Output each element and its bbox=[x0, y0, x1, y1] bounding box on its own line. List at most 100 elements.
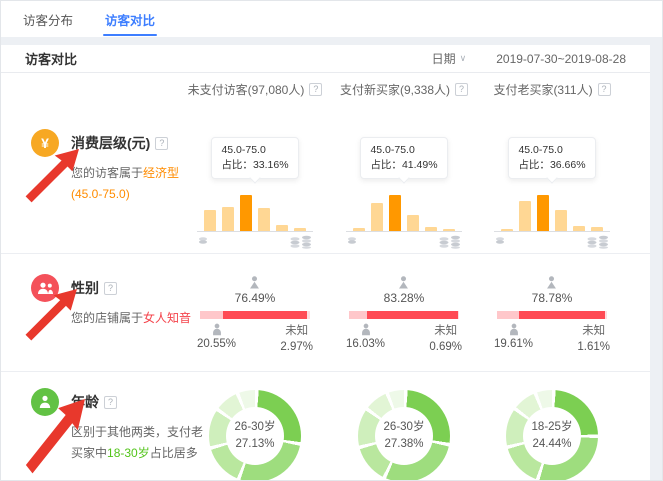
bar-chart[interactable] bbox=[204, 194, 306, 231]
age-bucket-percent: 27.38% bbox=[384, 436, 423, 453]
female-segment bbox=[367, 311, 459, 319]
gender-chart-unpaid[interactable]: 76.49% 20.55% 未知 2.97% bbox=[181, 254, 329, 355]
row-gender: 性别 ? 您的店铺属于女人知音 76.49% 20.55% bbox=[1, 253, 650, 371]
donut-chart[interactable]: 26-30岁 27.38% bbox=[358, 390, 450, 481]
female-percent: 78.78% bbox=[532, 291, 573, 305]
coins-high-icon bbox=[586, 235, 610, 249]
consumption-description: 您的访客属于经济型(45.0-75.0) bbox=[71, 163, 183, 205]
help-icon[interactable]: ? bbox=[455, 83, 468, 96]
tab-visitor-distribution[interactable]: 访客分布 bbox=[21, 0, 75, 39]
male-percent: 16.03% bbox=[346, 336, 385, 352]
age-desc-highlight: 18-30岁 bbox=[107, 446, 150, 460]
consumption-title: 消费层级(元) bbox=[71, 133, 150, 153]
tooltip-range: 45.0-75.0 bbox=[221, 143, 288, 158]
bar-highlighted bbox=[240, 195, 252, 231]
female-share: 76.49% bbox=[235, 276, 276, 305]
male-icon bbox=[210, 323, 224, 336]
consumption-chart-unpaid[interactable]: 45.0-75.0 占比：33.16% bbox=[181, 105, 329, 249]
male-segment bbox=[200, 311, 223, 319]
help-icon[interactable]: ? bbox=[155, 137, 168, 150]
gender-bottom-labels: 19.61% 未知 1.61% bbox=[494, 323, 610, 355]
unknown-label: 未知 bbox=[582, 323, 605, 339]
tooltip-label: 占比： bbox=[370, 159, 402, 171]
male-segment bbox=[349, 311, 367, 319]
female-share: 83.28% bbox=[384, 276, 425, 305]
male-icon bbox=[359, 323, 373, 336]
unknown-share: 未知 1.61% bbox=[577, 323, 610, 355]
chart-axis bbox=[346, 231, 462, 232]
chart-axis-icons bbox=[494, 235, 610, 249]
bar bbox=[222, 207, 234, 231]
column-headers: 未支付访客(97,080人) ? 支付新买家(9,338人) ? 支付老买家(3… bbox=[1, 73, 650, 105]
unknown-label: 未知 bbox=[434, 323, 457, 339]
coin-low-icon bbox=[346, 235, 358, 247]
bar bbox=[371, 203, 383, 231]
row-age: 年龄 ? 区别于其他两类，支付老买家中18-30岁占比居多 26-30岁 27.… bbox=[1, 371, 650, 481]
female-icon bbox=[247, 276, 262, 289]
age-donut-unpaid[interactable]: 26-30岁 27.13% bbox=[181, 372, 329, 481]
bar-highlighted bbox=[389, 195, 401, 231]
gender-bottom-labels: 20.55% 未知 2.97% bbox=[197, 323, 313, 355]
male-icon bbox=[507, 323, 521, 336]
bar-chart[interactable] bbox=[501, 194, 603, 231]
top-tab-bar: 访客分布 访客对比 bbox=[1, 1, 662, 37]
unknown-segment bbox=[307, 311, 310, 319]
age-bucket-percent: 24.44% bbox=[532, 436, 571, 453]
tooltip-value: 36.66% bbox=[550, 159, 586, 171]
gender-ratio-bar[interactable] bbox=[200, 311, 310, 319]
coin-low-icon bbox=[197, 235, 209, 247]
gender-ratio-bar[interactable] bbox=[349, 311, 459, 319]
visitor-comparison-panel: 访客对比 日期 ∨ 2019-07-30~2019-08-28 未支付访客(97… bbox=[1, 45, 650, 481]
gender-chart-returning-buyers[interactable]: 78.78% 19.61% 未知 1.61% bbox=[478, 254, 626, 355]
female-percent: 83.28% bbox=[384, 291, 425, 305]
tooltip-label: 占比： bbox=[518, 159, 550, 171]
male-percent: 20.55% bbox=[197, 336, 236, 352]
gender-ratio-bar[interactable] bbox=[497, 311, 607, 319]
annotation-arrow bbox=[23, 399, 85, 477]
row-consumption-level: ¥ 消费层级(元) ? 您的访客属于经济型(45.0-75.0) 45.0-75… bbox=[1, 105, 650, 253]
coins-high-icon bbox=[289, 235, 313, 249]
help-icon[interactable]: ? bbox=[104, 396, 117, 409]
female-percent: 76.49% bbox=[235, 291, 276, 305]
female-icon bbox=[396, 276, 411, 289]
bar bbox=[407, 215, 419, 231]
consumption-chart-returning-buyers[interactable]: 45.0-75.0 占比：36.66% bbox=[478, 105, 626, 249]
bar bbox=[519, 201, 531, 231]
age-donut-new-buyers[interactable]: 26-30岁 27.38% bbox=[330, 372, 478, 481]
tooltip-range: 45.0-75.0 bbox=[370, 143, 437, 158]
donut-chart[interactable]: 18-25岁 24.44% bbox=[506, 390, 598, 481]
help-icon[interactable]: ? bbox=[598, 83, 611, 96]
tab-visitor-comparison[interactable]: 访客对比 bbox=[103, 0, 157, 39]
gender-chart-new-buyers[interactable]: 83.28% 16.03% 未知 0.69% bbox=[330, 254, 478, 355]
age-bucket-label: 26-30岁 bbox=[235, 419, 276, 436]
donut-center-label: 18-25岁 24.44% bbox=[523, 407, 581, 465]
panel-title: 访客对比 bbox=[25, 49, 77, 68]
unknown-percent: 0.69% bbox=[429, 339, 462, 355]
bar-chart[interactable] bbox=[353, 194, 455, 231]
donut-chart[interactable]: 26-30岁 27.13% bbox=[209, 390, 301, 481]
unknown-share: 未知 2.97% bbox=[280, 323, 313, 355]
coins-high-icon bbox=[438, 235, 462, 249]
male-percent: 19.61% bbox=[494, 336, 533, 352]
bar bbox=[258, 208, 270, 231]
unknown-label: 未知 bbox=[285, 323, 308, 339]
unknown-share: 未知 0.69% bbox=[429, 323, 462, 355]
tooltip-value: 33.16% bbox=[253, 159, 289, 171]
male-share: 16.03% bbox=[346, 323, 385, 355]
male-share: 19.61% bbox=[494, 323, 533, 355]
date-filter[interactable]: 日期 ∨ 2019-07-30~2019-08-28 bbox=[432, 50, 626, 67]
age-donut-returning-buyers[interactable]: 18-25岁 24.44% bbox=[478, 372, 626, 481]
female-segment bbox=[519, 311, 606, 319]
tooltip-range: 45.0-75.0 bbox=[518, 143, 585, 158]
male-segment bbox=[497, 311, 519, 319]
help-icon[interactable]: ? bbox=[309, 83, 322, 96]
annotation-arrow bbox=[23, 149, 79, 205]
bar-highlighted bbox=[537, 195, 549, 231]
app-window: 访客分布 访客对比 访客对比 日期 ∨ 2019-07-30~2019-08-2… bbox=[0, 0, 663, 481]
consumption-chart-new-buyers[interactable]: 45.0-75.0 占比：41.49% bbox=[330, 105, 478, 249]
female-segment bbox=[223, 311, 307, 319]
coin-low-icon bbox=[494, 235, 506, 247]
column-header-label: 未支付访客(97,080人) bbox=[188, 81, 305, 98]
help-icon[interactable]: ? bbox=[104, 282, 117, 295]
male-share: 20.55% bbox=[197, 323, 236, 355]
